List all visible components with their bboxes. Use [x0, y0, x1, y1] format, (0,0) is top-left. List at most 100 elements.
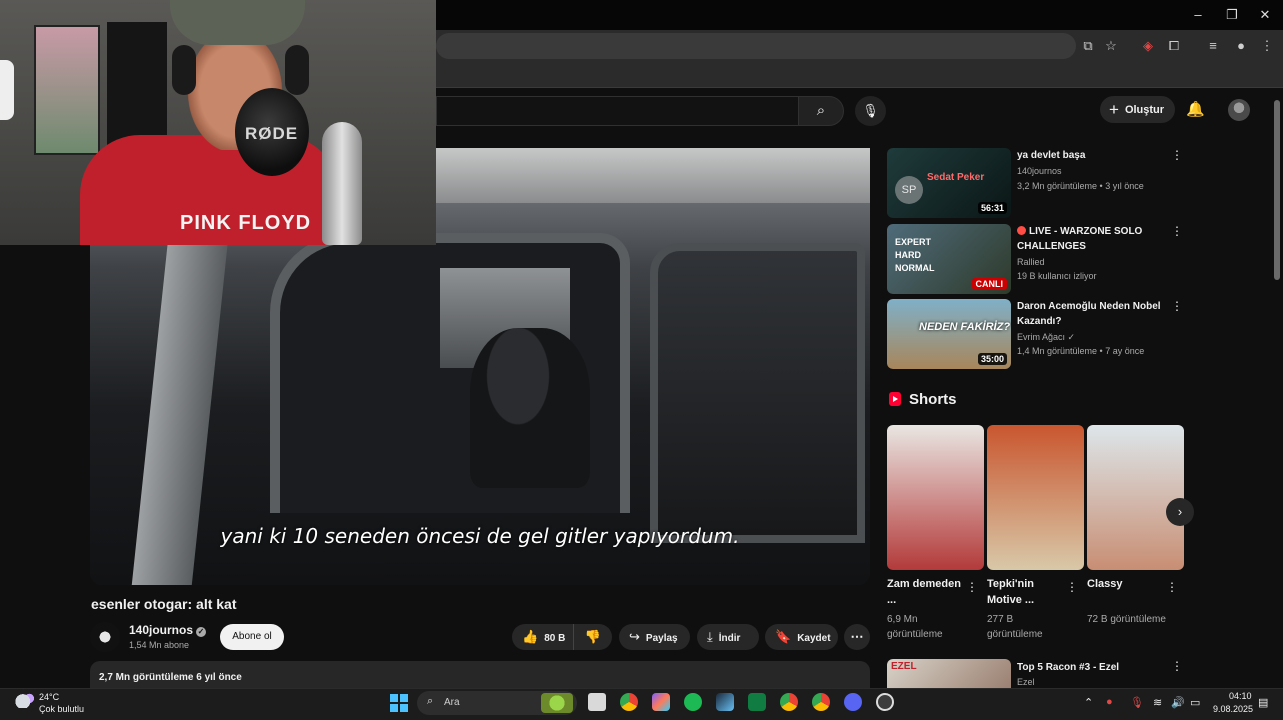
- spotify-icon[interactable]: [684, 693, 702, 711]
- more-vertical-icon[interactable]: ⋮: [1171, 224, 1183, 238]
- short-title[interactable]: Tepki'nin Motive ...: [987, 576, 1067, 608]
- cast-icon[interactable]: ⧉: [1080, 38, 1096, 54]
- media-controls-icon[interactable]: ≡: [1205, 38, 1221, 54]
- short-title[interactable]: Classy: [1087, 576, 1167, 592]
- video-stats: 2,7 Mn görüntüleme 6 yıl önce: [99, 672, 242, 683]
- more-vertical-icon[interactable]: ⋮: [1171, 299, 1183, 313]
- channel-avatar[interactable]: [90, 622, 120, 652]
- short-title[interactable]: Zam demeden ...: [887, 576, 967, 608]
- recommendation-title: LIVE - WARZONE SOLO CHALLENGES: [1017, 224, 1167, 254]
- volume-icon[interactable]: 🔊: [1171, 696, 1185, 709]
- live-dot-icon: [1017, 226, 1026, 235]
- minimize-icon[interactable]: –: [1188, 6, 1208, 24]
- video-frame-person: [470, 328, 590, 488]
- recommendation-meta: 19 B kullanıcı izliyor: [1017, 271, 1097, 281]
- notifications-bell-icon[interactable]: 🔔: [1186, 100, 1205, 120]
- clock-date[interactable]: 9.08.2025: [1213, 704, 1253, 714]
- weather-description[interactable]: Çok bulutlu: [39, 704, 84, 714]
- account-avatar[interactable]: [1228, 99, 1250, 121]
- channel-name-text: 140journos: [129, 623, 194, 637]
- recommendation-channel: Rallied: [1017, 257, 1045, 267]
- video-frame-ceiling: [430, 148, 870, 203]
- search-input[interactable]: [436, 96, 798, 126]
- steam-icon[interactable]: [716, 693, 734, 711]
- profile-icon[interactable]: ●: [1233, 38, 1249, 54]
- recommendation-item[interactable]: NEDEN FAKİRİZ? 35:00 Daron Acemoğlu Nede…: [887, 299, 1187, 369]
- dislike-button[interactable]: 👎: [574, 624, 612, 650]
- recommendation-item[interactable]: SP Sedat Peker 56:31 ya devlet başa 140j…: [887, 148, 1187, 218]
- task-view-icon[interactable]: [588, 693, 606, 711]
- recommendation-thumbnail[interactable]: NEDEN FAKİRİZ? 35:00: [887, 299, 1011, 369]
- more-vertical-icon[interactable]: ⋮: [966, 580, 978, 594]
- restore-icon[interactable]: ❐: [1222, 6, 1242, 24]
- download-button[interactable]: ⤓ İndir: [697, 624, 759, 650]
- webcam-wall-panel: [107, 22, 167, 152]
- address-bar[interactable]: [436, 33, 1076, 59]
- download-icon: ⤓: [707, 629, 713, 644]
- clock-time[interactable]: 04:10: [1229, 691, 1252, 701]
- more-vertical-icon[interactable]: ⋮: [1171, 148, 1183, 162]
- excel-icon[interactable]: [748, 693, 766, 711]
- verified-check-icon: ✓: [1067, 332, 1076, 342]
- subscribe-button[interactable]: Abone ol: [220, 624, 284, 650]
- plus-icon: +: [1109, 100, 1119, 119]
- short-thumbnail[interactable]: [987, 425, 1084, 570]
- webcam-condenser-mic: [322, 122, 362, 245]
- extension-icon[interactable]: ◈: [1140, 38, 1156, 54]
- voice-search-button[interactable]: 🎙: [855, 96, 886, 126]
- chrome-icon[interactable]: [620, 693, 638, 711]
- chrome-profile-2-icon[interactable]: [812, 693, 830, 711]
- save-button[interactable]: 🔖 Kaydet: [765, 624, 838, 650]
- copilot-icon[interactable]: [652, 693, 670, 711]
- recommendation-item[interactable]: EZEL Top 5 Racon #3 - Ezel Ezel ⋮: [887, 659, 1187, 688]
- create-button[interactable]: + Oluştur: [1100, 96, 1175, 123]
- taskbar-search-placeholder: Ara: [444, 697, 460, 708]
- close-icon[interactable]: ✕: [1255, 6, 1275, 24]
- more-vertical-icon[interactable]: ⋮: [1166, 580, 1178, 594]
- notifications-icon[interactable]: ▤: [1258, 696, 1268, 709]
- discord-icon[interactable]: [844, 693, 862, 711]
- recommendation-channel: 140journos: [1017, 166, 1062, 176]
- shorts-next-button[interactable]: ›: [1166, 498, 1194, 526]
- video-duration: 56:31: [977, 202, 1007, 214]
- webcam-headphone-right: [285, 45, 309, 95]
- create-label: Oluştur: [1124, 104, 1165, 116]
- recommendation-title: ya devlet başa: [1017, 150, 1086, 161]
- browser-menu-icon[interactable]: ⋮: [1259, 38, 1275, 54]
- channel-name[interactable]: 140journos ✓: [129, 623, 207, 637]
- windows-start-icon[interactable]: [390, 694, 408, 712]
- microphone-icon: 🎙: [862, 103, 879, 118]
- facetime-avatar: SP: [895, 176, 923, 204]
- chrome-profile-icon[interactable]: [780, 693, 798, 711]
- microphone-muted-icon[interactable]: 🎙: [1130, 696, 1144, 709]
- wifi-icon[interactable]: ≋: [1153, 696, 1162, 709]
- recommendation-thumbnail[interactable]: EXPERT HARD NORMAL CANLI: [887, 224, 1011, 294]
- battery-icon[interactable]: ▭: [1190, 696, 1200, 709]
- tray-app-icon[interactable]: ●: [1106, 696, 1113, 708]
- tray-overflow-icon[interactable]: ⌃: [1084, 696, 1093, 709]
- page-scrollbar[interactable]: [1274, 100, 1280, 280]
- download-label: İndir: [718, 633, 741, 644]
- verified-check-icon: ✓: [196, 627, 207, 637]
- search-icon: ⌕: [816, 102, 826, 119]
- extensions-puzzle-icon[interactable]: ⧠: [1166, 38, 1182, 54]
- thumbnail-text: NEDEN FAKİRİZ?: [919, 321, 1011, 333]
- search-button[interactable]: ⌕: [798, 96, 844, 126]
- recommendation-thumbnail[interactable]: SP Sedat Peker 56:31: [887, 148, 1011, 218]
- more-vertical-icon[interactable]: ⋮: [1171, 659, 1183, 673]
- short-thumbnail[interactable]: [1087, 425, 1184, 570]
- recommendation-thumbnail[interactable]: EZEL: [887, 659, 1011, 688]
- like-dislike-group: 👍 80 B 👎: [512, 624, 612, 650]
- search-highlight-icon: [541, 693, 573, 713]
- weather-temperature[interactable]: 24°C: [39, 692, 59, 702]
- more-actions-button[interactable]: ⋯: [844, 624, 870, 650]
- bookmark-star-icon[interactable]: ☆: [1103, 38, 1119, 54]
- obs-icon[interactable]: [876, 693, 894, 711]
- like-button[interactable]: 👍 80 B: [512, 624, 574, 650]
- recommendation-item[interactable]: EXPERT HARD NORMAL CANLI LIVE - WARZONE …: [887, 224, 1187, 294]
- short-thumbnail[interactable]: [887, 425, 984, 570]
- more-vertical-icon[interactable]: ⋮: [1066, 580, 1078, 594]
- weather-cloud-icon[interactable]: [14, 692, 36, 708]
- share-button[interactable]: ↪ Paylaş: [619, 624, 690, 650]
- recommendation-title: Daron Acemoğlu Neden Nobel Kazandı?: [1017, 301, 1161, 327]
